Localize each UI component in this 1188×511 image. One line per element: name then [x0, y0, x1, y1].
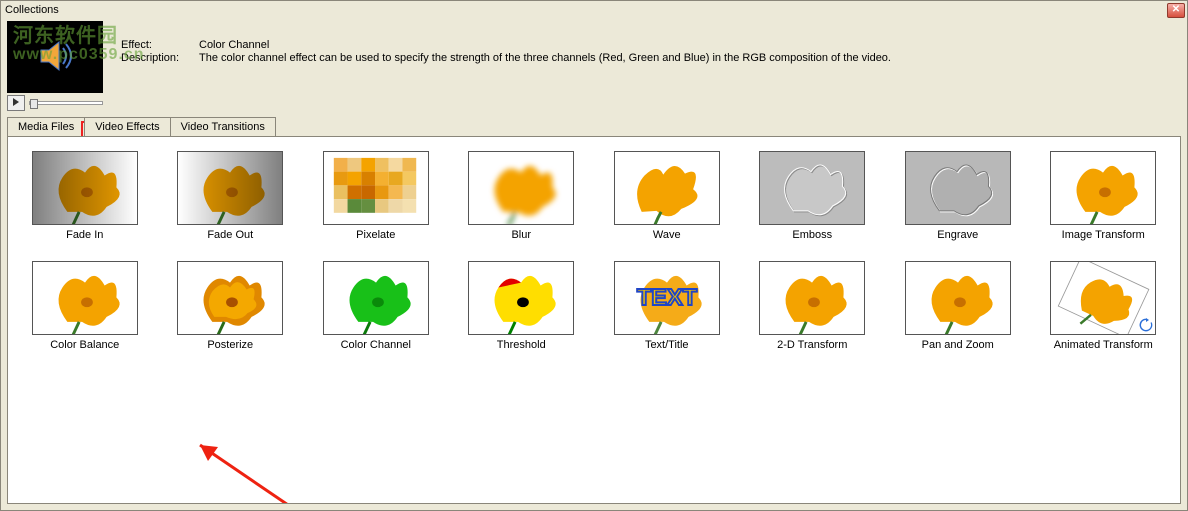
- effect-animated-transform-label: Animated Transform: [1033, 339, 1173, 351]
- effect-blur-label: Blur: [451, 229, 591, 241]
- thumb-threshold: [468, 261, 574, 335]
- effect-name: Color Channel: [199, 39, 269, 51]
- effect-label: Effect:: [121, 39, 199, 51]
- effect-animated-transform[interactable]: Animated Transform: [1033, 261, 1173, 351]
- effect-image-transform[interactable]: Image Transform: [1033, 151, 1173, 241]
- effect-text-title-label: Text/Title: [597, 339, 737, 351]
- effect-emboss-label: Emboss: [742, 229, 882, 241]
- preview-box: [7, 21, 103, 111]
- effect-fade-in-label: Fade In: [15, 229, 155, 241]
- preview-thumbnail: [7, 21, 103, 93]
- thumb-pixelate: [323, 151, 429, 225]
- effect-wave-label: Wave: [597, 229, 737, 241]
- effect-emboss[interactable]: Emboss: [742, 151, 882, 241]
- thumb-color-channel: [323, 261, 429, 335]
- titlebar: Collections ✕: [1, 1, 1187, 19]
- effect-engrave[interactable]: Engrave: [888, 151, 1028, 241]
- effect-2d-transform-label: 2-D Transform: [742, 339, 882, 351]
- speaker-icon: [35, 36, 75, 79]
- thumb-fade-out: [177, 151, 283, 225]
- tab-video-transitions-label: Video Transitions: [181, 121, 265, 133]
- annotation-arrow: [178, 427, 458, 504]
- effect-color-balance-label: Color Balance: [15, 339, 155, 351]
- effect-2d-transform[interactable]: 2-D Transform: [742, 261, 882, 351]
- play-button[interactable]: [7, 95, 25, 111]
- effect-color-channel-label: Color Channel: [306, 339, 446, 351]
- preview-controls: [7, 95, 103, 111]
- effect-fade-out-label: Fade Out: [160, 229, 300, 241]
- effect-blur[interactable]: Blur: [451, 151, 591, 241]
- close-icon: ✕: [1172, 4, 1180, 15]
- text-overlay: TEXT: [637, 284, 698, 310]
- effect-fade-out[interactable]: Fade Out: [160, 151, 300, 241]
- tab-media-files-label: Media Files: [18, 121, 74, 133]
- thumb-blur: [468, 151, 574, 225]
- thumb-animated-transform: [1050, 261, 1156, 335]
- effect-color-balance[interactable]: Color Balance: [15, 261, 155, 351]
- effects-grid: Fade In Fade Out Pixelate: [12, 151, 1176, 351]
- preview-slider[interactable]: [29, 101, 103, 105]
- effect-pan-zoom[interactable]: Pan and Zoom: [888, 261, 1028, 351]
- close-button[interactable]: ✕: [1167, 3, 1185, 18]
- slider-thumb[interactable]: [30, 99, 38, 109]
- effect-posterize[interactable]: Posterize: [160, 261, 300, 351]
- tab-media-files[interactable]: Media Files: [7, 117, 85, 136]
- refresh-icon: [1139, 318, 1153, 332]
- window-title: Collections: [5, 4, 59, 16]
- top-strip: Effect: Color Channel Description: The c…: [1, 19, 1187, 111]
- effect-image-transform-label: Image Transform: [1033, 229, 1173, 241]
- thumb-2d-transform: [759, 261, 865, 335]
- tab-video-effects-label: Video Effects: [95, 121, 159, 133]
- thumb-emboss: [759, 151, 865, 225]
- collections-window: Collections ✕ 河东软件园 www.pc0359.cn: [0, 0, 1188, 511]
- description-label: Description:: [121, 52, 199, 64]
- effect-threshold-label: Threshold: [451, 339, 591, 351]
- tab-bar: Media Files Video Effects Video Transiti…: [7, 117, 1187, 136]
- thumb-color-balance: [32, 261, 138, 335]
- description-text: The color channel effect can be used to …: [199, 52, 891, 64]
- thumb-image-transform: [1050, 151, 1156, 225]
- play-icon: [12, 97, 20, 109]
- effect-wave[interactable]: Wave: [597, 151, 737, 241]
- effect-threshold[interactable]: Threshold: [451, 261, 591, 351]
- tab-video-transitions[interactable]: Video Transitions: [170, 117, 276, 136]
- effect-color-channel[interactable]: Color Channel: [306, 261, 446, 351]
- thumb-posterize: [177, 261, 283, 335]
- effects-gallery: Fade In Fade Out Pixelate: [7, 136, 1181, 504]
- thumb-engrave: [905, 151, 1011, 225]
- effect-pan-zoom-label: Pan and Zoom: [888, 339, 1028, 351]
- effect-fade-in[interactable]: Fade In: [15, 151, 155, 241]
- effect-posterize-label: Posterize: [160, 339, 300, 351]
- effect-pixelate[interactable]: Pixelate: [306, 151, 446, 241]
- effect-engrave-label: Engrave: [888, 229, 1028, 241]
- effect-meta: Effect: Color Channel Description: The c…: [103, 21, 891, 65]
- tab-video-effects[interactable]: Video Effects: [84, 117, 170, 136]
- thumb-fade-in: [32, 151, 138, 225]
- thumb-text-title: TEXT: [614, 261, 720, 335]
- thumb-pan-zoom: [905, 261, 1011, 335]
- effect-text-title[interactable]: TEXT Text/Title: [597, 261, 737, 351]
- thumb-wave: [614, 151, 720, 225]
- effect-pixelate-label: Pixelate: [306, 229, 446, 241]
